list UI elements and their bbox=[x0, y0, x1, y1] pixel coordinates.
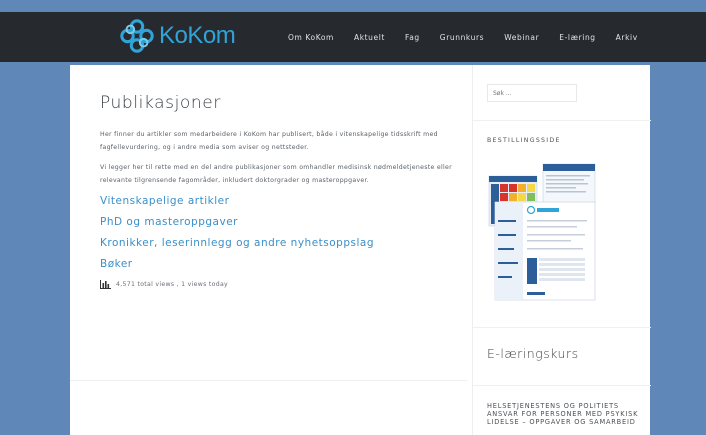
bar-chart-icon bbox=[100, 280, 111, 289]
secondary-paragraph: Vi legger her til rette med en del andre… bbox=[100, 164, 452, 184]
search-input[interactable] bbox=[487, 84, 577, 102]
sidebar: BESTILLINGSSIDE bbox=[472, 65, 651, 435]
nav-item-arkiv[interactable]: Arkiv bbox=[616, 33, 638, 42]
link-vitenskapelige-artikler[interactable]: Vitenskapelige artikler bbox=[100, 195, 460, 207]
nav-item-om-kokom[interactable]: Om KoKom bbox=[288, 33, 334, 42]
elearning-title: E-læringskurs bbox=[487, 346, 579, 361]
sidebar-divider bbox=[473, 327, 651, 328]
sidebar-divider bbox=[473, 385, 651, 386]
sidebar-divider bbox=[473, 120, 651, 121]
bestilling-title: BESTILLINGSSIDE bbox=[487, 137, 561, 144]
kokom-logo-icon bbox=[120, 19, 154, 53]
site-logo[interactable]: KoKom bbox=[118, 13, 236, 59]
views-count: 4,571 total views , 1 views today bbox=[116, 281, 229, 288]
nav-item-grunnkurs[interactable]: Grunnkurs bbox=[440, 33, 484, 42]
content-divider bbox=[70, 380, 468, 381]
nav-item-fag[interactable]: Fag bbox=[405, 33, 420, 42]
nav-item-e-laering[interactable]: E-læring bbox=[559, 33, 595, 42]
course-link[interactable]: HELSETJENESTENS OG POLITIETS ANSVAR FOR … bbox=[487, 402, 647, 426]
nav-item-webinar[interactable]: Webinar bbox=[504, 33, 539, 42]
order-form-thumbnail[interactable] bbox=[487, 162, 597, 302]
link-phd-og-masteroppgaver[interactable]: PhD og masteroppgaver bbox=[100, 216, 460, 228]
post-views: 4,571 total views , 1 views today bbox=[100, 280, 460, 289]
link-kronikker[interactable]: Kronikker, leserinnlegg og andre nyhetso… bbox=[100, 237, 460, 249]
page-title: Publikasjoner bbox=[100, 93, 221, 113]
main-content: Publikasjoner Her finner du artikler som… bbox=[100, 93, 460, 289]
link-boker[interactable]: Bøker bbox=[100, 258, 460, 270]
site-header: KoKom Om KoKom Aktuelt Fag Grunnkurs Web… bbox=[0, 12, 706, 62]
main-nav: Om KoKom Aktuelt Fag Grunnkurs Webinar E… bbox=[288, 12, 658, 62]
page-container: Publikasjoner Her finner du artikler som… bbox=[70, 65, 651, 435]
nav-item-aktuelt[interactable]: Aktuelt bbox=[354, 33, 385, 42]
logo-text: KoKom bbox=[159, 22, 236, 49]
intro-paragraph: Her finner du artikler som medarbeidere … bbox=[100, 131, 438, 151]
